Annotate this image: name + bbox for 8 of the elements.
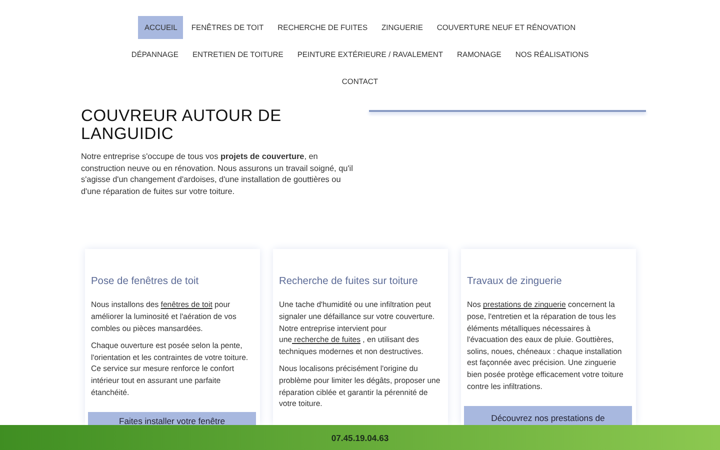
card-cta-button[interactable]: Faites installer votre fenêtre <box>88 412 256 426</box>
card-title: Recherche de fuites sur toiture <box>279 276 419 288</box>
card-cta-button[interactable]: Découvrez nos prestations de <box>464 406 632 426</box>
intro-paragraph: Notre entreprise s'occupe de tous vos projets de couverture, en construction neuve ou en rénovation. Nous assurons un travail soigné, qu'il s'agisse d'un changement d'ardoises, d'une installation de gouttières ou d'une réparation de fuites sur votre toiture. <box>81 151 353 198</box>
card-title: Pose de fenêtres de toit <box>91 276 200 288</box>
card-title: Travaux de zinguerie <box>467 276 563 288</box>
page-title: COUVREUR AUTOUR DE LANGUIDIC <box>81 107 282 143</box>
phone-link[interactable]: 07.45.19.04.63 <box>331 432 389 442</box>
